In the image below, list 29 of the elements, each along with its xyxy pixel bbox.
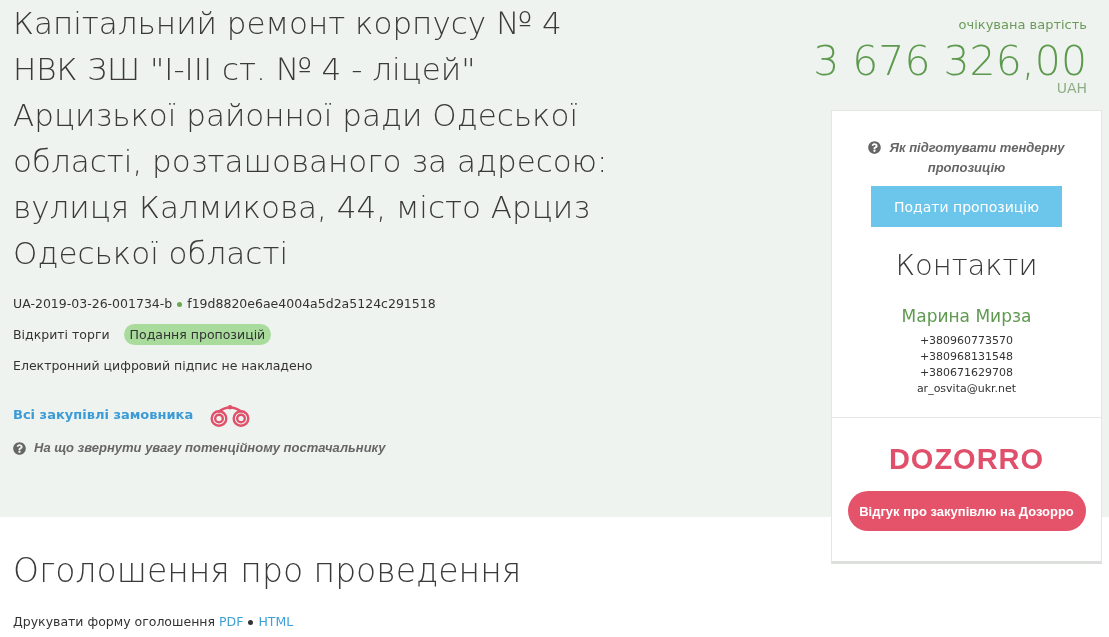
budget-label: очікувана вартість [958,16,1087,34]
print-label: Друкувати форму оголошення [13,613,215,631]
contact-phone: +380671629708 [919,365,1014,381]
currency-label: UAH [1056,80,1087,96]
contact-name: Марина Мирза [901,305,1032,328]
procedure-type: Відкриті торги [13,325,110,344]
contact-phone: +380968131548 [919,349,1014,365]
submit-button[interactable]: Подати пропозицію [871,186,1062,227]
status-badge: Подання пропозицій [123,324,272,345]
customer-tenders-link[interactable]: Всі закупівлі замовника [13,403,194,427]
dozorro-logo: DOZORRO [888,446,1045,472]
tender-hash: f19d8820e6ae4004a5d2a5124c291518 [187,295,436,313]
separator-dot-icon [248,619,254,625]
review-button[interactable]: Відгук про закупівлю на Дозорро [847,491,1086,531]
help-icon [868,141,882,154]
binoculars-icon [209,403,252,427]
html-link[interactable]: HTML [258,612,294,632]
help-icon [13,441,26,455]
page-title: Капітальний ремонт корпусу № 4 НВК ЗШ "І-ІІІ ст. № 4 - ліцей" Арцизької районної ради Одеської області, розташованого за адресою: вулиця Калмикова, 44, місто Арциз Одеської області [13,4,609,273]
contact-phone: +380960773570 [919,333,1014,349]
signature-note: Електронний цифровий підпис не накладено [13,357,313,375]
contact-email: ar_osvita@ukr.net [916,381,1017,397]
advice-link[interactable]: На що звернути увагу потенційному постачальнику [34,438,386,458]
pdf-link[interactable]: PDF [219,612,244,632]
status-dot-icon [177,301,183,307]
tender-id: UA-2019-03-26-001734-b [13,295,173,313]
contacts-heading: Контакти [895,247,1038,284]
section-heading: Оголошення про проведення [13,550,522,592]
help-link[interactable]: Як підготувати тендерну пропозицію [864,138,1069,178]
